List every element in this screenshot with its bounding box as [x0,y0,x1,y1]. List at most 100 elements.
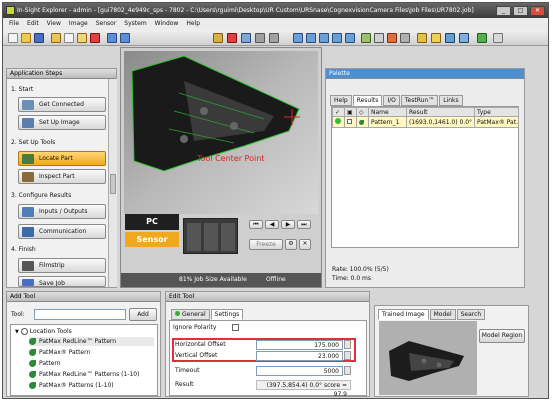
tab-help[interactable]: Help [330,95,352,106]
help-icon[interactable] [493,33,503,43]
steps-scrollbar[interactable] [108,79,117,287]
ignore-polarity-checkbox[interactable] [232,324,239,331]
save-job-button[interactable]: Save Job [18,276,106,287]
emulator-icon[interactable] [459,33,469,43]
sensor-icon[interactable] [417,33,427,43]
undo-icon[interactable] [107,33,117,43]
stop-icon[interactable] [269,33,279,43]
menu-file[interactable]: File [9,18,19,30]
pc-button[interactable]: PC [125,214,179,230]
close-button[interactable]: ✕ [530,6,545,16]
freeze-button[interactable]: Freeze [249,239,283,250]
camera-image[interactable] [124,51,318,214]
paste-icon[interactable] [77,33,87,43]
filmstrip-button[interactable]: Filmstrip [18,258,106,273]
timeout-spinner[interactable] [344,366,351,375]
delete-icon[interactable]: ✕ [299,239,311,250]
network-icon[interactable] [445,33,455,43]
tab-results[interactable]: Results [352,95,383,106]
menu-help[interactable]: Help [186,18,200,30]
menu-edit[interactable]: Edit [27,18,39,30]
tab-model[interactable]: Model [429,309,456,320]
tree-item-patmax-redline-pattern[interactable]: PatMax RedLine™ Pattern [29,337,154,346]
first-frame-button[interactable]: ⏮ [249,220,263,229]
col-type[interactable]: Type [474,107,519,117]
tab-search[interactable]: Search [456,309,486,320]
inspect-part-button[interactable]: Inspect Part [18,169,106,184]
checkbox-icon[interactable] [344,116,357,128]
cut-icon[interactable] [51,33,61,43]
vertical-offset-spinner[interactable] [344,351,351,360]
light-icon[interactable] [431,33,441,43]
col-name[interactable]: Name [368,107,407,117]
delete-icon[interactable] [90,33,100,43]
results-table-container: ✓ ▣ ◇ Name Result Type Pattern_1 (1693.0… [331,106,519,248]
trained-image-tabs: Trained Image Model Search [378,309,486,320]
tree-item-patmax-pattern[interactable]: PatMax® Pattern [29,348,90,357]
get-connected-button[interactable]: Get Connected [18,97,106,112]
filmstrip-preview[interactable] [183,218,238,254]
spreadsheet-icon[interactable] [361,33,371,43]
timeout-input[interactable]: 5000 [256,366,343,376]
zoom-fill-icon[interactable] [332,33,342,43]
tool-search-input[interactable] [34,309,126,320]
tree-item-pattern[interactable]: Pattern [29,359,61,368]
zoom-fit-icon[interactable] [319,33,329,43]
settings-icon[interactable] [400,33,410,43]
tab-io[interactable]: I/O [383,95,400,106]
inputs-outputs-button[interactable]: Inputs / Outputs [18,204,106,219]
menu-image[interactable]: Image [69,18,88,30]
tool-center-point-annotation: Tool Center Point [197,154,265,163]
last-frame-button[interactable]: ⏭ [297,220,311,229]
menu-window[interactable]: Window [155,18,179,30]
tab-general[interactable]: General [171,309,210,320]
menu-sensor[interactable]: Sensor [96,18,117,30]
magnifier-icon [20,328,28,335]
image-status-bar: 81% Job Size Available Offline [121,273,321,287]
model-region-button[interactable]: Model Region [479,329,525,343]
tree-item-patmax-patterns[interactable]: PatMax® Patterns (1-10) [29,381,114,390]
copy-icon[interactable] [64,33,74,43]
minimize-button[interactable]: _ [496,6,511,16]
table-row[interactable]: Pattern_1 (1693.0,1461.0) 0.0° s... PatM… [332,116,519,128]
menu-system[interactable]: System [124,18,146,30]
collapse-arrow-icon[interactable]: ▼ [15,329,19,335]
tool-tree: ▼ Location Tools PatMax RedLine™ Pattern… [10,324,158,396]
zoom-actual-icon[interactable] [345,33,355,43]
prev-frame-button[interactable]: ◀ [265,220,279,229]
overlay-icon[interactable] [387,33,397,43]
zoom-in-icon[interactable] [293,33,303,43]
maximize-button[interactable]: □ [513,6,528,16]
online-icon[interactable] [477,33,487,43]
section-results-title: 3. Configure Results [11,192,72,199]
zoom-out-icon[interactable] [306,33,316,43]
tab-links[interactable]: Links [439,95,463,106]
communication-button[interactable]: Communication [18,224,106,239]
col-result[interactable]: Result [406,107,475,117]
settings-icon[interactable]: ⚙ [285,239,297,250]
save-icon[interactable] [34,33,44,43]
menu-view[interactable]: View [47,18,61,30]
next-frame-button[interactable]: ▶ [281,220,295,229]
tab-settings[interactable]: Settings [210,309,244,320]
location-tools-category[interactable]: ▼ Location Tools [15,327,72,337]
vertical-offset-input[interactable]: 23.000 [256,351,343,361]
set-up-image-button[interactable]: Set Up Image [18,115,106,130]
settings-form: Ignore Polarity Horizontal Offset 175.00… [169,320,367,398]
tab-testrun[interactable]: TestRun™ [400,95,439,106]
tree-item-patmax-redline-patterns[interactable]: PatMax RedLine™ Patterns (1-10) [29,370,139,379]
redo-icon[interactable] [120,33,130,43]
record-icon[interactable] [227,33,237,43]
play-icon[interactable] [255,33,265,43]
horizontal-offset-input[interactable]: 175.000 [256,340,343,350]
horizontal-offset-spinner[interactable] [344,340,351,349]
grid-icon[interactable] [241,33,251,43]
locate-part-button[interactable]: Locate Part [18,151,106,166]
sensor-button[interactable]: Sensor [125,232,179,247]
new-file-icon[interactable] [8,33,18,43]
open-folder-icon[interactable] [21,33,31,43]
tab-trained-image[interactable]: Trained Image [378,309,429,320]
camera-icon[interactable] [213,33,223,43]
add-button[interactable]: Add [129,308,157,321]
graphics-icon[interactable] [374,33,384,43]
